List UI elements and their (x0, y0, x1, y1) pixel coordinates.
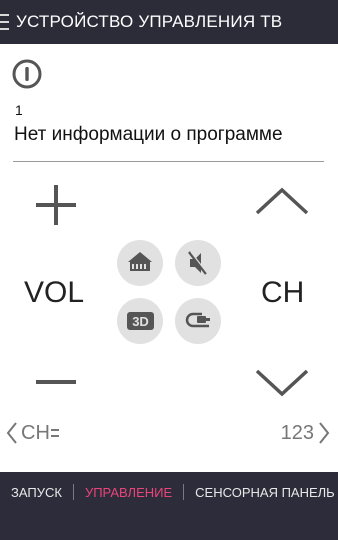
input-source-button[interactable] (175, 298, 221, 344)
power-icon (12, 59, 42, 89)
channel-label: CH (261, 276, 305, 309)
list-icon (50, 429, 59, 437)
mute-icon (188, 251, 209, 275)
channel-list-button[interactable]: CH (6, 420, 60, 446)
bottom-tab-bar: ЗАПУСК УПРАВЛЕНИЕ СЕНСОРНАЯ ПАНЕЛЬ (0, 472, 338, 540)
program-info: Нет информации о программе (14, 124, 283, 145)
channel-list-label: CH (21, 421, 50, 444)
chevron-left-icon (6, 422, 17, 444)
tab-list: ЗАПУСК УПРАВЛЕНИЕ СЕНСОРНАЯ ПАНЕЛЬ (0, 483, 338, 501)
plus-icon (36, 185, 76, 225)
input-source-icon (185, 312, 210, 328)
app-header: УСТРОЙСТВО УПРАВЛЕНИЯ ТВ (0, 0, 338, 44)
chevron-right-icon (319, 422, 330, 444)
app-title: УСТРОЙСТВО УПРАВЛЕНИЯ ТВ (16, 12, 283, 31)
tab-control[interactable]: УПРАВЛЕНИЕ (74, 485, 183, 500)
tab-touchpad[interactable]: СЕНСОРНАЯ ПАНЕЛЬ (184, 485, 338, 500)
volume-up-button[interactable] (34, 183, 78, 227)
volume-down-button[interactable] (34, 362, 78, 406)
power-button[interactable] (11, 58, 43, 90)
home-button[interactable] (117, 240, 163, 286)
channel-up-button[interactable] (254, 186, 310, 218)
home-icon (128, 252, 152, 271)
tab-launch[interactable]: ЗАПУСК (0, 485, 73, 500)
chevron-up-icon (255, 187, 309, 215)
channel-down-button[interactable] (254, 366, 310, 398)
number-pad-label: 123 (280, 421, 314, 444)
3d-button[interactable]: 3D (117, 298, 163, 344)
mute-button[interactable] (175, 240, 221, 286)
hamburger-menu-icon[interactable] (0, 14, 9, 30)
number-pad-button[interactable]: 123 (281, 420, 330, 446)
3d-icon: 3D (127, 312, 154, 330)
3d-text: 3D (132, 314, 149, 329)
divider (13, 161, 324, 162)
channel-number: 1 (15, 102, 23, 118)
minus-icon (36, 380, 76, 384)
chevron-down-icon (255, 369, 309, 397)
volume-label: VOL (24, 276, 85, 309)
